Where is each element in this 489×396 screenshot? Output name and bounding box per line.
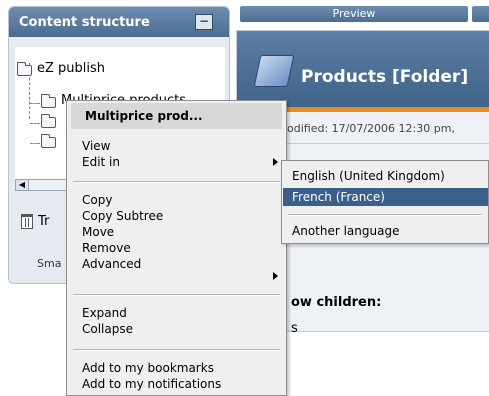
folder-icon	[41, 94, 56, 108]
submenu-arrow-icon	[273, 158, 278, 166]
menu-item-collapse[interactable]: Collapse	[82, 321, 133, 337]
menu-separator	[288, 214, 482, 216]
edit-in-submenu: English (United Kingdom) French (France)…	[281, 160, 489, 244]
menu-item-expand[interactable]: Expand	[82, 305, 127, 321]
menu-item-move[interactable]: Move	[82, 224, 114, 240]
trash-icon[interactable]	[21, 214, 33, 229]
tree-item-root[interactable]: eZ publish	[37, 61, 105, 76]
children-text: s	[291, 321, 298, 336]
submenu-item-another-language[interactable]: Another language	[283, 222, 488, 240]
menu-item-copy[interactable]: Copy	[82, 192, 112, 208]
context-menu: Multiprice prod... View Edit in Copy Cop…	[66, 100, 287, 396]
top-tabbar: Preview	[236, 6, 489, 22]
menu-item-add-notification[interactable]: Add to my notifications	[82, 376, 221, 392]
content-structure-title: Content structure	[19, 14, 150, 30]
tree-connector	[30, 103, 40, 104]
tree-connector	[30, 143, 40, 144]
folder-icon	[253, 55, 295, 87]
page-title: Products [Folder]	[301, 67, 469, 87]
modified-date: odified: 17/07/2006 12:30 pm,	[287, 122, 455, 135]
context-menu-header: Multiprice prod...	[71, 103, 282, 129]
menu-separator	[73, 181, 280, 183]
tree-connector	[30, 123, 40, 124]
title-bar: Products [Folder]	[237, 31, 489, 107]
tab-next[interactable]	[472, 6, 489, 22]
folder-icon	[41, 134, 56, 148]
menu-item-view[interactable]: View	[82, 138, 110, 154]
folder-icon	[41, 114, 56, 128]
menu-item-copy-subtree[interactable]: Copy Subtree	[82, 208, 163, 224]
menu-item-edit-in[interactable]: Edit in	[82, 154, 120, 170]
menu-item-remove[interactable]: Remove	[82, 240, 131, 256]
collapse-button[interactable]: −	[195, 14, 213, 30]
submenu-item-french-france[interactable]: French (France)	[283, 188, 488, 206]
scroll-left-arrow-icon[interactable]: ◀	[16, 180, 29, 190]
menu-item-add-bookmark[interactable]: Add to my bookmarks	[82, 360, 214, 376]
children-heading: ow children:	[291, 295, 382, 310]
trash-link[interactable]: Tr	[38, 214, 49, 229]
submenu-item-english-uk[interactable]: English (United Kingdom)	[283, 167, 488, 185]
submenu-arrow-icon	[273, 272, 278, 280]
menu-separator	[73, 349, 280, 351]
menu-item-advanced[interactable]: Advanced	[82, 256, 141, 272]
folder-icon	[17, 62, 32, 76]
small-label[interactable]: Sma	[37, 257, 61, 270]
menu-separator	[73, 294, 280, 296]
tab-preview[interactable]: Preview	[240, 6, 468, 22]
